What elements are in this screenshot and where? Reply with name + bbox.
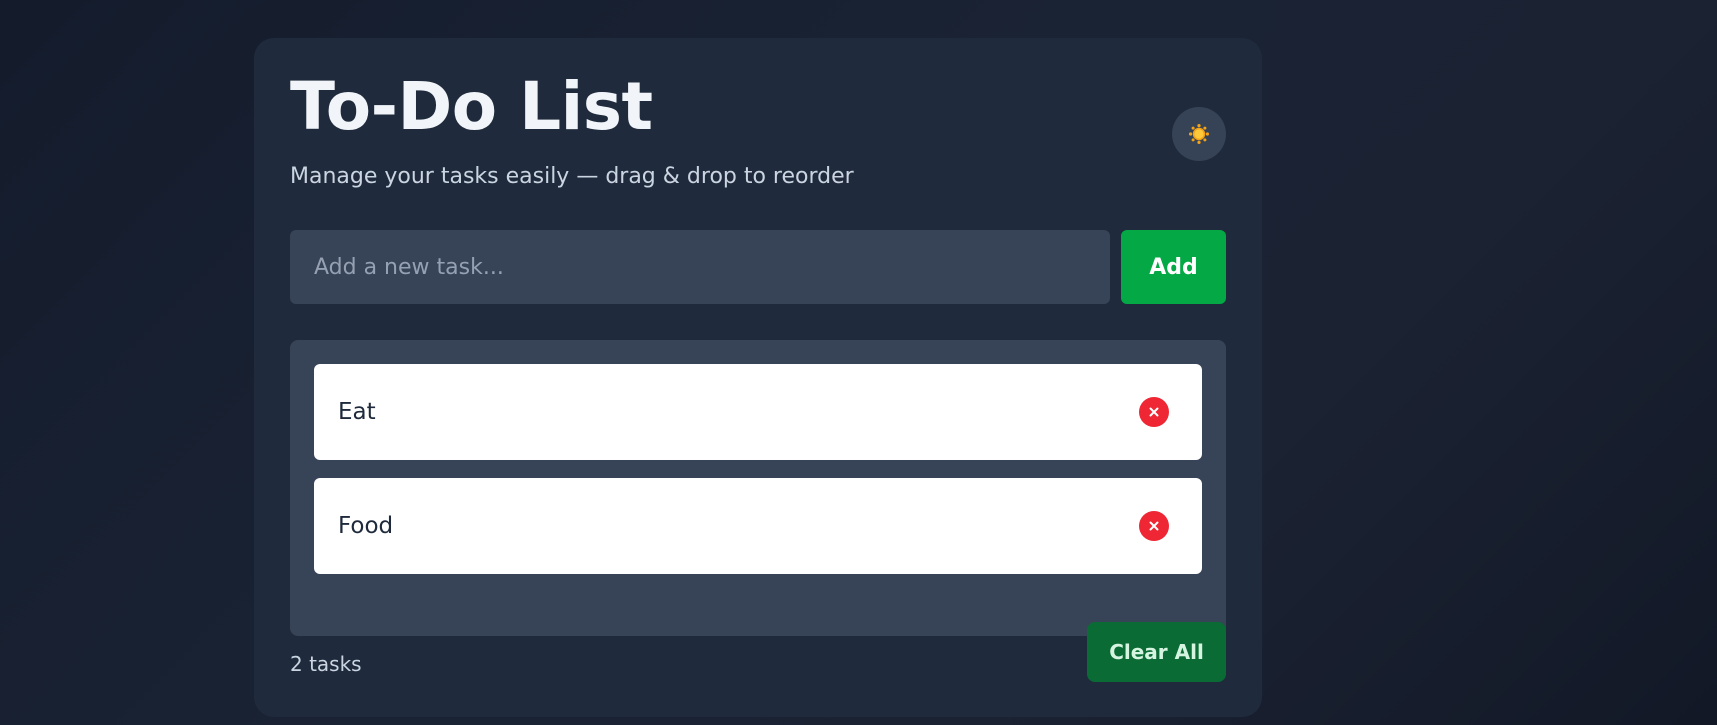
task-item[interactable]: Food xyxy=(314,478,1202,574)
delete-task-button[interactable] xyxy=(1139,397,1169,427)
page-subtitle: Manage your tasks easily — drag & drop t… xyxy=(290,164,854,189)
new-task-input[interactable] xyxy=(290,230,1110,304)
page-title: To-Do List xyxy=(290,68,653,145)
close-icon xyxy=(1149,405,1159,420)
task-count: 2 tasks xyxy=(290,652,362,676)
todo-card: To-Do List Manage your tasks easily — dr… xyxy=(254,38,1262,717)
add-task-button[interactable]: Add xyxy=(1121,230,1226,304)
close-icon xyxy=(1149,519,1159,534)
clear-all-button[interactable]: Clear All xyxy=(1087,622,1226,682)
task-item[interactable]: Eat xyxy=(314,364,1202,460)
delete-task-button[interactable] xyxy=(1139,511,1169,541)
task-text: Food xyxy=(338,513,394,539)
task-text: Eat xyxy=(338,399,376,425)
sun-icon xyxy=(1187,122,1211,146)
theme-toggle-button[interactable] xyxy=(1172,107,1226,161)
task-list: Eat Food xyxy=(290,340,1226,636)
